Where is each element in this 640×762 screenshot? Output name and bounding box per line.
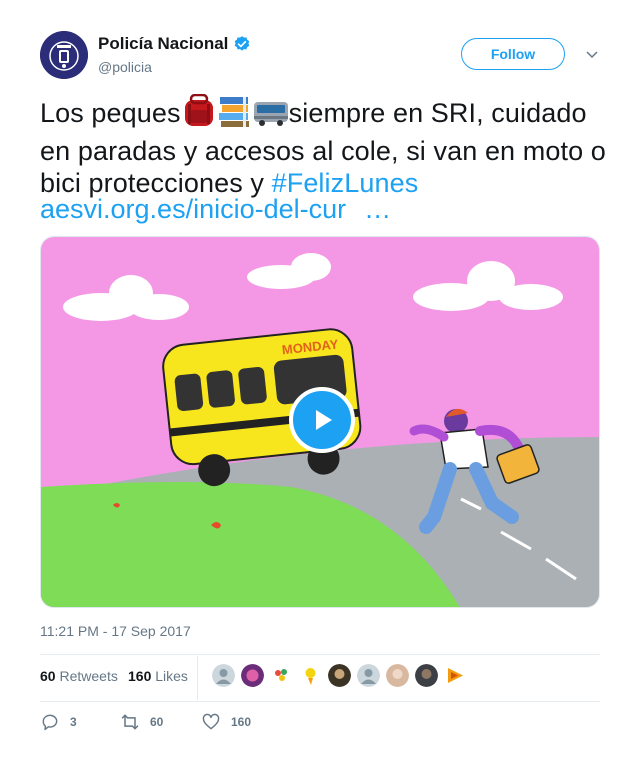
avatar[interactable] [40,31,88,79]
backpack-emoji [181,93,217,135]
chevron-down-icon[interactable] [586,48,598,60]
retweet-icon [121,714,139,730]
handle[interactable]: @policia [98,59,152,75]
display-name[interactable]: Policía Nacional [98,34,228,54]
divider [40,654,600,655]
liker-avatar[interactable] [415,664,438,687]
verified-badge-icon [235,36,250,51]
liker-avatar[interactable] [386,664,409,687]
tweet-text-start: Los peques [40,98,181,128]
liker-avatars [212,664,467,687]
bus-emoji [253,94,289,135]
url-link[interactable]: aesvi.org.es/inicio-del-cur [40,194,346,224]
liker-avatar[interactable] [444,664,467,687]
play-icon [316,410,332,430]
name-row: Policía Nacional [98,34,251,54]
retweets-label: Retweets [59,668,118,684]
police-badge-icon [40,31,88,79]
tweet-stats: 60 Retweets 160 Likes [40,656,600,700]
retweet-button[interactable]: 60 [120,712,163,732]
likes-label: Likes [155,668,188,684]
liker-avatar[interactable] [212,664,235,687]
reply-icon [42,714,58,731]
retweet-count: 60 [150,715,164,729]
timestamp[interactable]: 11:21 PM - 17 Sep 2017 [40,623,191,639]
reply-count: 3 [70,715,77,729]
like-count: 160 [231,715,252,729]
stats-separator [197,656,198,700]
liker-avatar[interactable] [241,664,264,687]
reply-button[interactable]: 3 [40,712,77,732]
url-ellipsis[interactable]: … [364,194,391,224]
retweets-count: 60 [40,668,56,684]
retweets-stat[interactable]: 60 Retweets [40,668,118,684]
media-video[interactable]: MONDAY [40,236,600,608]
tweet-text: Los peques siempre en SRI, cuidado en par… [40,93,610,199]
likes-count: 160 [128,668,152,684]
play-button[interactable] [289,387,355,453]
liker-avatar[interactable] [328,664,351,687]
books-emoji [217,94,253,135]
liker-avatar[interactable] [270,664,293,687]
heart-icon [202,713,220,730]
like-button[interactable]: 160 [201,712,251,732]
link-line: aesvi.org.es/inicio-del-cur … [40,193,391,225]
follow-button[interactable]: Follow [461,38,565,70]
liker-avatar[interactable] [357,664,380,687]
divider [40,701,600,702]
likes-stat[interactable]: 160 Likes [128,668,188,684]
tweet-header: Policía Nacional @policia Follow [40,30,600,82]
liker-avatar[interactable] [299,664,322,687]
